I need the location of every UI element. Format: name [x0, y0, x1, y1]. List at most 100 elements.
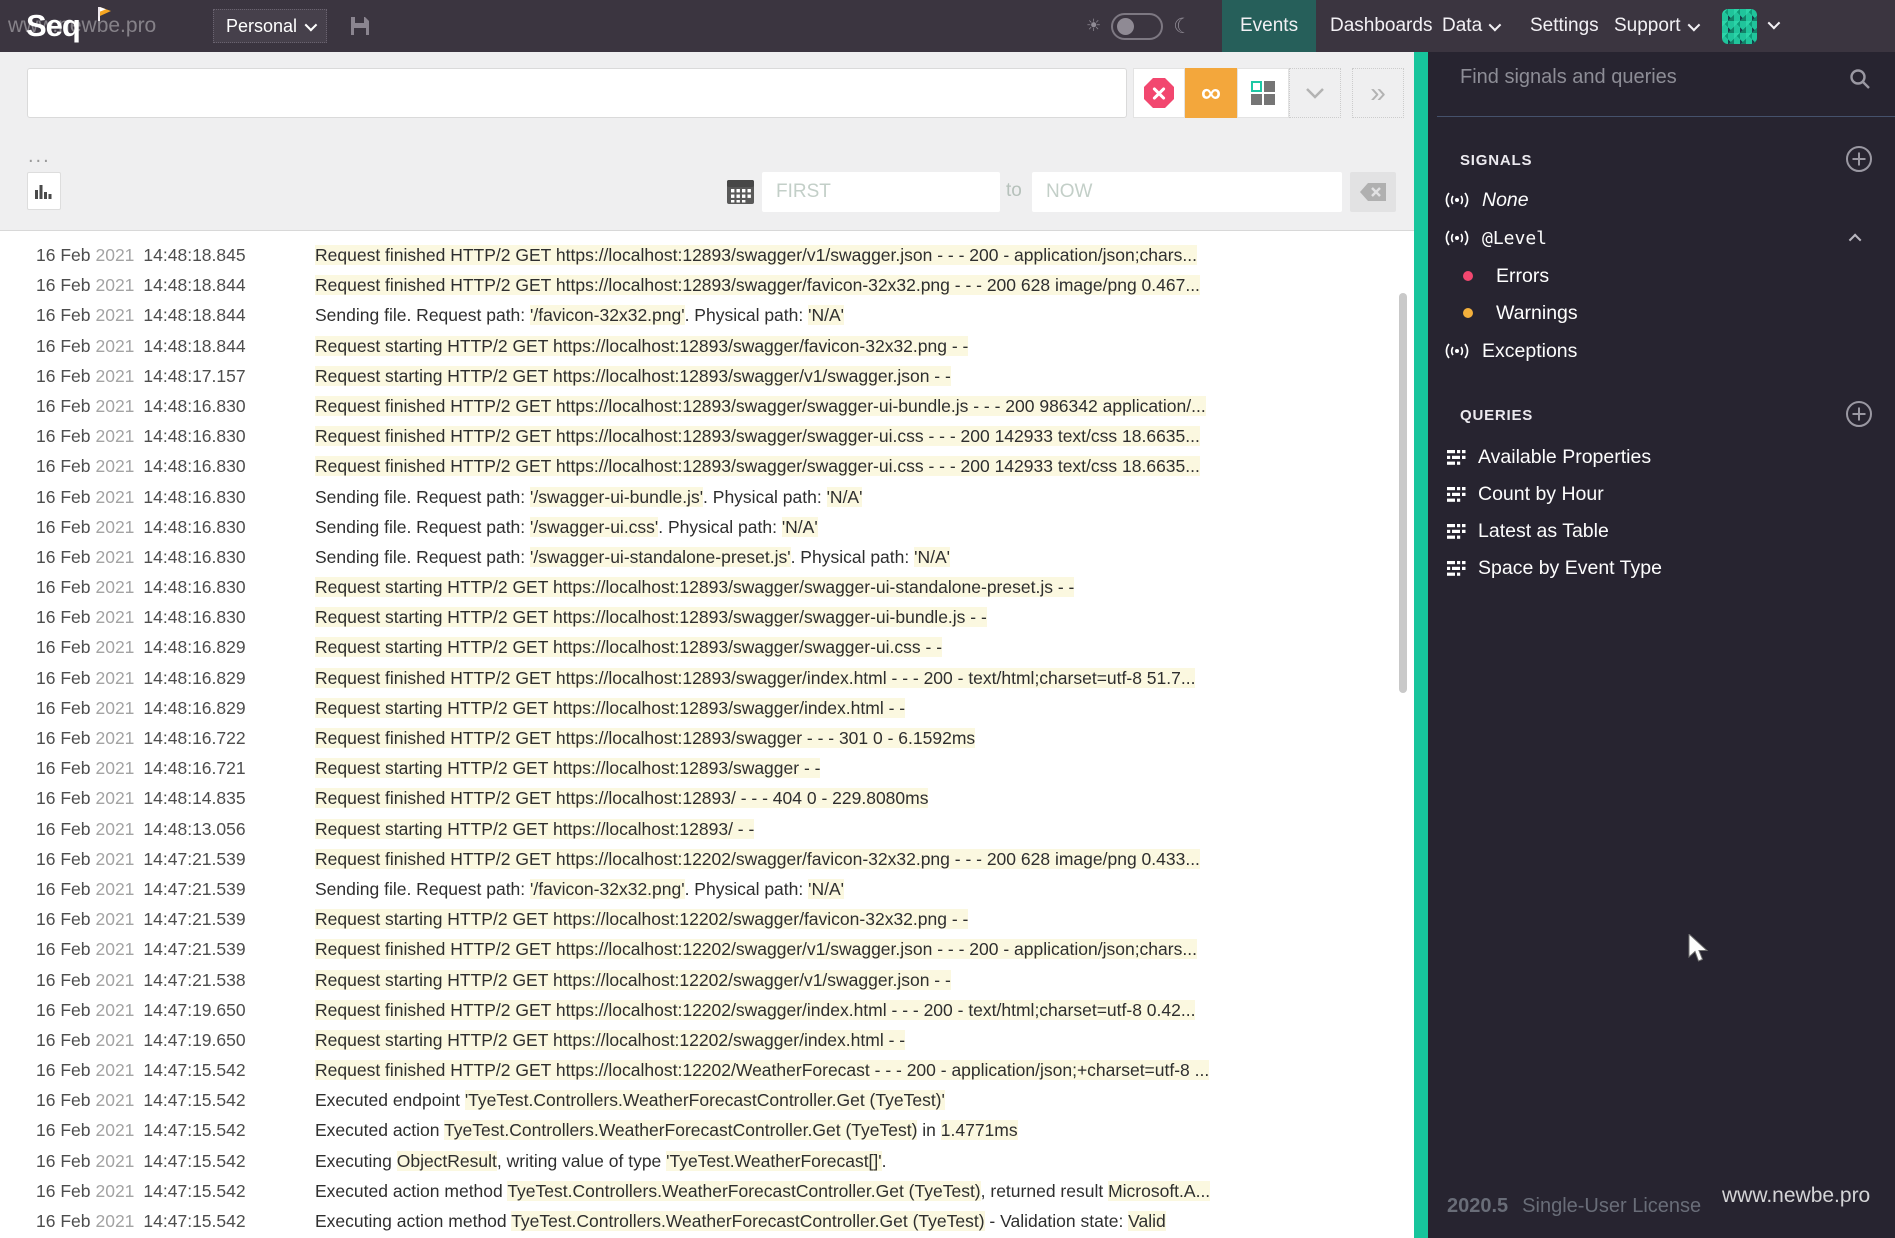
event-row[interactable]: 16 Feb 2021 14:48:18.844 Sending file. Req…	[36, 300, 1414, 330]
search-icon[interactable]	[1848, 67, 1872, 96]
events-scrollbar[interactable]	[1399, 293, 1407, 693]
tail-live-button[interactable]: ∞	[1185, 68, 1237, 118]
calendar-icon[interactable]	[727, 178, 754, 209]
sidebar-search-placeholder[interactable]: Find signals and queries	[1460, 66, 1677, 89]
message-segment: , writing value of type	[496, 1150, 667, 1171]
license-footer: 2020.5 Single-User License	[1447, 1195, 1701, 1218]
event-message: Executed endpoint 'TyeTest.Controllers.W…	[315, 1085, 945, 1115]
event-row[interactable]: 16 Feb 2021 14:48:13.056 Request starting …	[36, 814, 1414, 844]
event-row[interactable]: 16 Feb 2021 14:48:16.829 Request finished …	[36, 663, 1414, 693]
event-row[interactable]: 16 Feb 2021 14:47:15.542 Executing action …	[36, 1206, 1414, 1236]
add-signal-button[interactable]	[1844, 144, 1874, 179]
query-label: Count by Hour	[1478, 482, 1604, 505]
signal-item-exceptions[interactable]: Exceptions	[1428, 334, 1895, 368]
query-item-space-by-event-type[interactable]: Space by Event Type	[1428, 551, 1895, 585]
stop-icon	[1144, 78, 1174, 108]
nav-tab-support-label: Support	[1614, 15, 1681, 36]
event-row[interactable]: 16 Feb 2021 14:48:16.830 Sending file. Req…	[36, 482, 1414, 512]
theme-toggle[interactable]	[1111, 12, 1164, 40]
event-row[interactable]: 16 Feb 2021 14:48:16.722 Request finished …	[36, 723, 1414, 753]
event-message: Request finished HTTP/2 GET https://loca…	[315, 934, 1197, 964]
workspace-selector[interactable]: Personal	[213, 9, 328, 43]
query-item-count-by-hour[interactable]: Count by Hour	[1428, 477, 1895, 511]
save-icon[interactable]	[349, 15, 371, 42]
message-segment: Request starting HTTP/2 GET https://loca…	[315, 607, 987, 628]
message-segment: Request starting HTTP/2 GET https://loca…	[315, 1029, 906, 1050]
event-row[interactable]: 16 Feb 2021 14:47:15.542 Request finished …	[36, 1055, 1414, 1085]
event-row[interactable]: 16 Feb 2021 14:47:15.542 Executed action T…	[36, 1115, 1414, 1145]
event-row[interactable]: 16 Feb 2021 14:48:18.844 Request finished …	[36, 270, 1414, 300]
event-message: Request finished HTTP/2 GET https://loca…	[315, 663, 1196, 693]
event-row[interactable]: 16 Feb 2021 14:47:21.539 Request starting …	[36, 904, 1414, 934]
event-timestamp: 16 Feb 2021 14:47:19.650	[36, 999, 246, 1020]
event-row[interactable]: 16 Feb 2021 14:47:19.650 Request starting …	[36, 1025, 1414, 1055]
event-row[interactable]: 16 Feb 2021 14:48:16.830 Sending file. Req…	[36, 542, 1414, 572]
event-row[interactable]: 16 Feb 2021 14:47:15.542 Executed endpoint…	[36, 1085, 1414, 1115]
event-row[interactable]: 16 Feb 2021 14:48:14.835 Request finished …	[36, 783, 1414, 813]
nav-tab-events[interactable]: Events	[1222, 0, 1317, 52]
message-segment: TyeTest.Controllers.WeatherForecastContr…	[507, 1180, 981, 1201]
nav-tab-support[interactable]: Support	[1596, 0, 1715, 52]
message-segment: '/favicon-32x32.png'	[530, 878, 685, 899]
query-item-latest-as-table[interactable]: Latest as Table	[1428, 514, 1895, 548]
event-row[interactable]: 16 Feb 2021 14:48:18.845 Request finished …	[36, 240, 1414, 270]
signal-icon	[1445, 192, 1469, 208]
event-row[interactable]: 16 Feb 2021 14:48:16.830 Request finished …	[36, 421, 1414, 451]
event-row[interactable]: 16 Feb 2021 14:48:16.829 Request starting …	[36, 632, 1414, 662]
add-query-button[interactable]	[1844, 399, 1874, 434]
event-timestamp: 16 Feb 2021 14:47:21.539	[36, 909, 246, 930]
event-row[interactable]: 16 Feb 2021 14:48:16.830 Request finished …	[36, 391, 1414, 421]
stop-button[interactable]	[1133, 68, 1185, 118]
message-segment: TyeTest.Controllers.WeatherForecastContr…	[444, 1120, 918, 1141]
signal-item-errors[interactable]: Errors	[1428, 259, 1895, 293]
collapse-sidebar-button[interactable]: »	[1352, 68, 1404, 118]
event-row[interactable]: 16 Feb 2021 14:47:21.539 Request finished …	[36, 844, 1414, 874]
event-message: Request starting HTTP/2 GET https://loca…	[315, 693, 906, 723]
event-timestamp: 16 Feb 2021 14:48:18.844	[36, 275, 246, 296]
range-start-input[interactable]	[762, 172, 1000, 212]
signal-item-level[interactable]: @Level	[1428, 221, 1895, 255]
event-row[interactable]: 16 Feb 2021 14:48:16.830 Sending file. Req…	[36, 512, 1414, 542]
chevron-down-icon[interactable]	[1767, 16, 1781, 30]
watermark-bottom-right: www.newbe.pro	[1722, 1184, 1871, 1207]
query-table-icon	[1447, 523, 1466, 539]
event-list: 16 Feb 2021 14:48:18.845 Request finished …	[0, 231, 1414, 1236]
histogram-toggle-button[interactable]	[27, 172, 61, 210]
message-segment: , returned result	[980, 1180, 1109, 1201]
event-message: Request finished HTTP/2 GET https://loca…	[315, 391, 1206, 421]
theme-switcher: ☀ ☾	[1086, 0, 1192, 52]
clear-range-button[interactable]	[1350, 172, 1396, 212]
event-row[interactable]: 16 Feb 2021 14:48:16.830 Request finished …	[36, 451, 1414, 481]
event-row[interactable]: 16 Feb 2021 14:47:15.542 Executed action m…	[36, 1176, 1414, 1206]
filter-history-ellipsis[interactable]: ...	[28, 145, 51, 168]
event-row[interactable]: 16 Feb 2021 14:48:18.844 Request starting …	[36, 331, 1414, 361]
message-segment: Request finished HTTP/2 GET https://loca…	[315, 1060, 1210, 1081]
event-row[interactable]: 16 Feb 2021 14:47:21.539 Request finished …	[36, 934, 1414, 964]
event-message: Request starting HTTP/2 GET https://loca…	[315, 904, 969, 934]
nav-tab-data[interactable]: Data	[1424, 0, 1516, 52]
event-row[interactable]: 16 Feb 2021 14:47:19.650 Request finished …	[36, 995, 1414, 1025]
event-row[interactable]: 16 Feb 2021 14:48:16.829 Request starting …	[36, 693, 1414, 723]
tiles-icon	[1251, 81, 1275, 105]
chevron-down-icon	[1488, 18, 1502, 31]
user-avatar[interactable]	[1722, 9, 1757, 44]
event-row[interactable]: 16 Feb 2021 14:48:16.830 Request starting …	[36, 602, 1414, 632]
tiles-view-button[interactable]	[1237, 68, 1289, 118]
view-options-button[interactable]	[1289, 68, 1341, 118]
range-end-input[interactable]	[1032, 172, 1342, 212]
query-item-available-properties[interactable]: Available Properties	[1428, 440, 1895, 474]
toggle-knob	[1117, 17, 1135, 35]
search-query-input[interactable]	[27, 68, 1127, 118]
signal-item-warnings[interactable]: Warnings	[1428, 296, 1895, 330]
event-row[interactable]: 16 Feb 2021 14:48:16.830 Request starting …	[36, 572, 1414, 602]
event-row[interactable]: 16 Feb 2021 14:47:15.542 Executing ObjectR…	[36, 1146, 1414, 1176]
event-row[interactable]: 16 Feb 2021 14:48:17.157 Request starting …	[36, 361, 1414, 391]
signal-item-none[interactable]: None	[1428, 183, 1895, 217]
event-row[interactable]: 16 Feb 2021 14:47:21.538 Request starting …	[36, 965, 1414, 995]
message-segment: in	[917, 1120, 941, 1141]
event-message: Request finished HTTP/2 GET https://loca…	[315, 451, 1200, 481]
chevron-up-icon[interactable]	[1848, 233, 1862, 246]
message-segment: Sending file. Request path:	[315, 486, 531, 507]
event-row[interactable]: 16 Feb 2021 14:47:21.539 Sending file. Req…	[36, 874, 1414, 904]
event-row[interactable]: 16 Feb 2021 14:48:16.721 Request starting …	[36, 753, 1414, 783]
